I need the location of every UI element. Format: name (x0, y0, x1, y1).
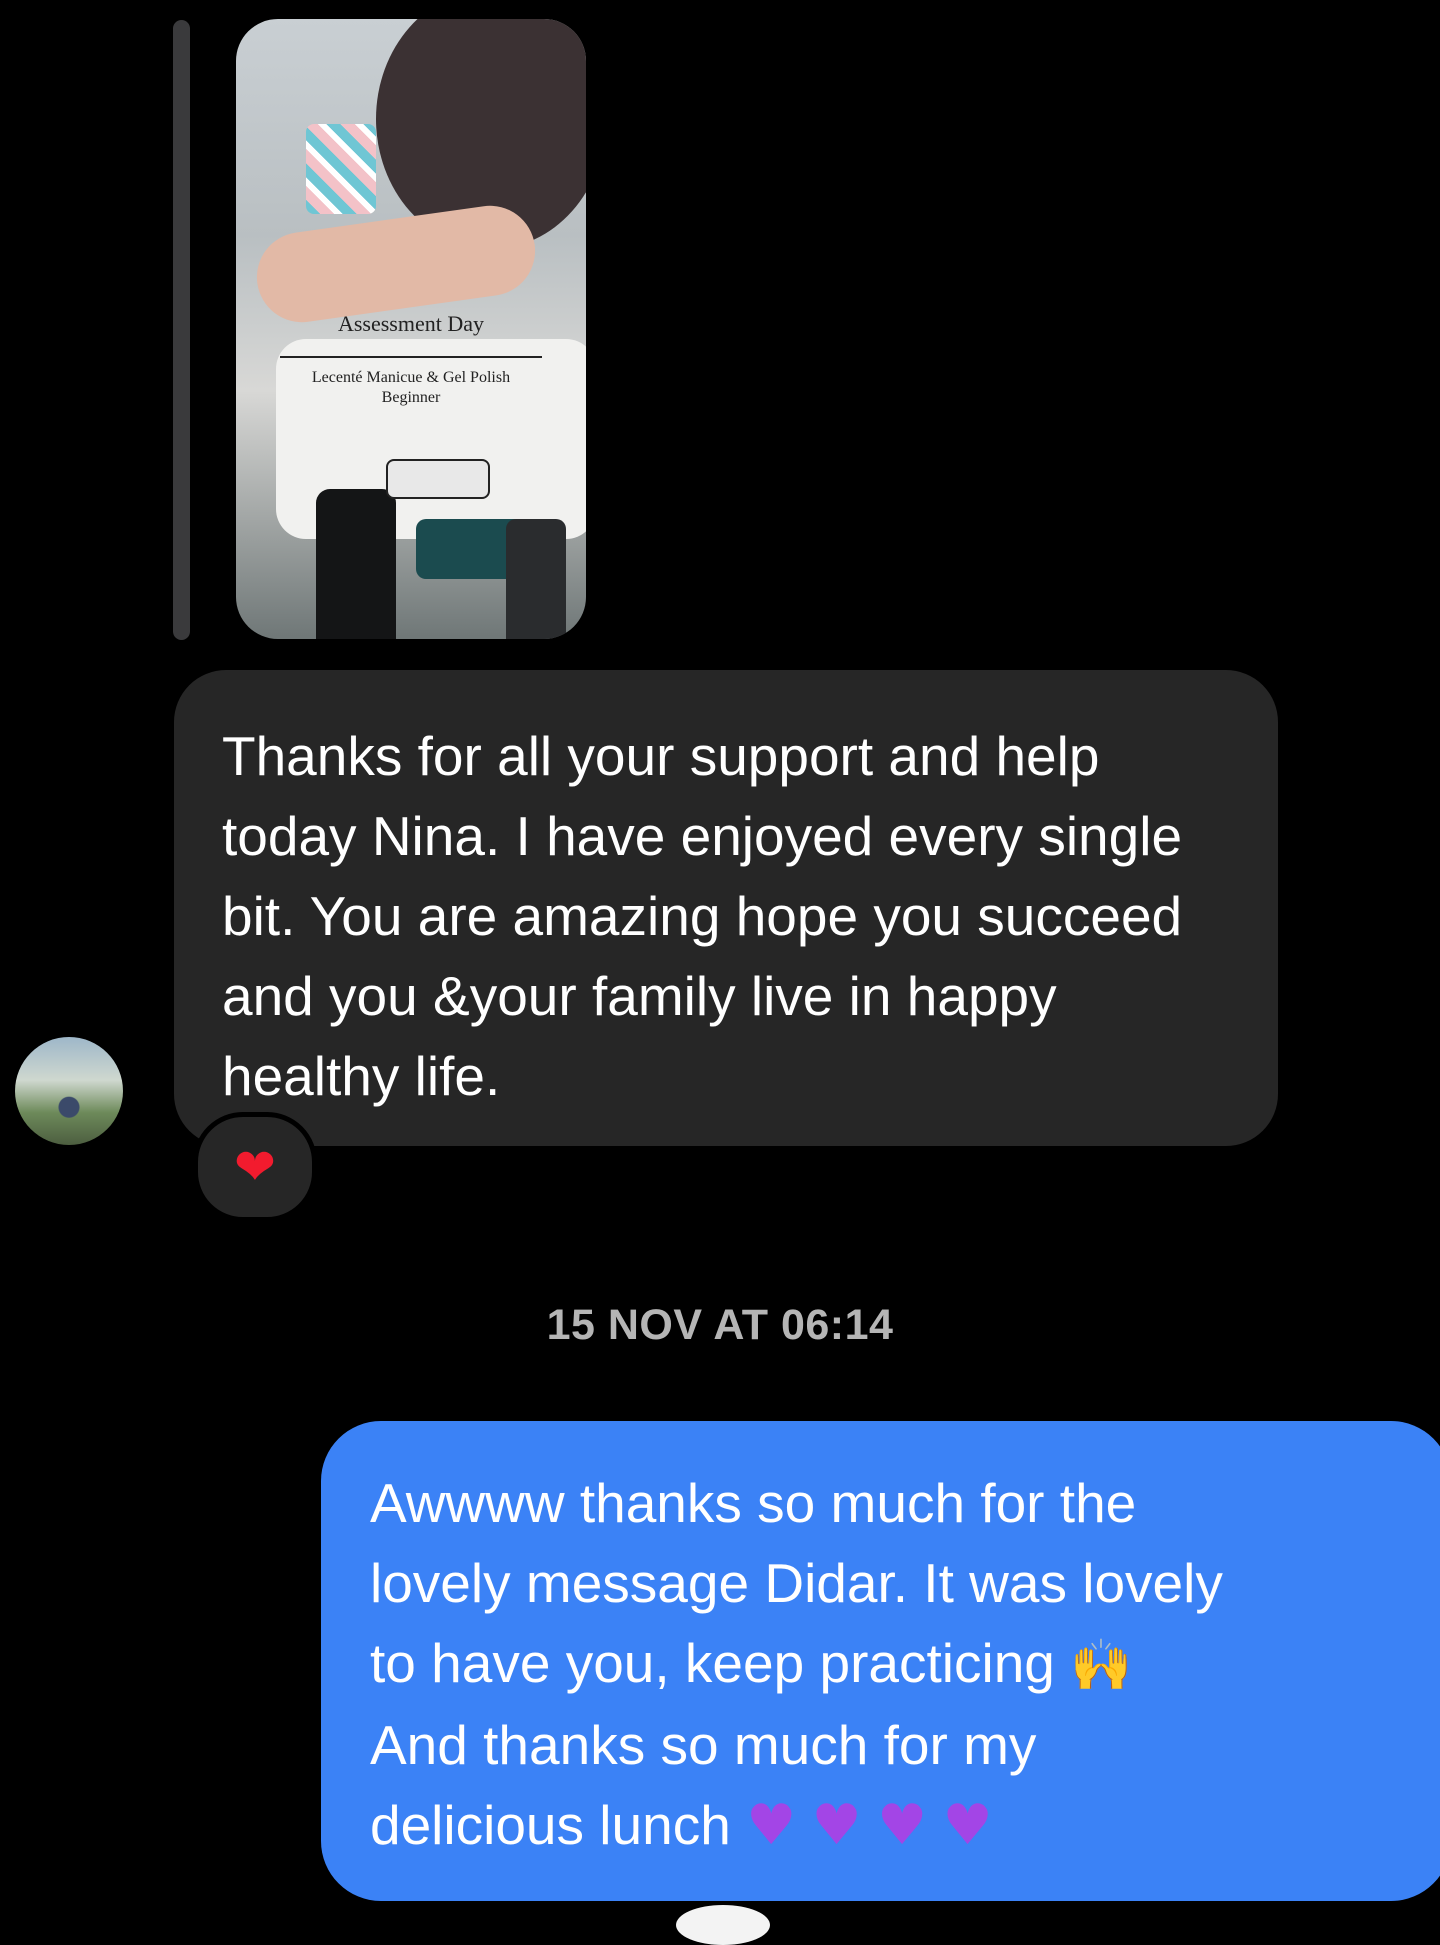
purple-heart-icon: ♥ (942, 1793, 993, 1858)
outgoing-line-4: And thanks so much for my (370, 1714, 1037, 1776)
outgoing-message-bubble[interactable]: Awwww thanks so much for the lovely mess… (321, 1421, 1440, 1901)
story-hand-shape (251, 199, 541, 329)
scroll-indicator[interactable] (676, 1905, 770, 1945)
story-reply-bar (173, 20, 190, 640)
heart-icon: ❤ (234, 1138, 276, 1196)
sender-avatar[interactable] (15, 1037, 123, 1145)
purple-heart-icon: ♥ (877, 1793, 928, 1858)
outgoing-line-3: to have you, keep practicing 🙌 (370, 1623, 1431, 1705)
outgoing-line-5: delicious lunch ♥ ♥ ♥ ♥ (370, 1785, 1431, 1866)
story-bottle-shape (316, 489, 396, 639)
story-thumbnail[interactable]: Assessment Day Lecenté Manicue & Gel Pol… (236, 19, 586, 639)
story-spray-bottle-shape (506, 519, 566, 639)
story-divider (280, 356, 542, 358)
incoming-message-text: Thanks for all your support and help tod… (222, 725, 1183, 1107)
purple-heart-icon: ♥ (746, 1793, 797, 1858)
message-timestamp: 15 NOV AT 06:14 (546, 1301, 894, 1349)
outgoing-line-2: lovely message Didar. It was lovely (370, 1552, 1223, 1614)
story-title: Assessment Day (337, 311, 485, 336)
outgoing-line-1: Awwww thanks so much for the (370, 1472, 1137, 1534)
raising-hands-icon: 🙌 (1070, 1636, 1133, 1694)
purple-heart-icon: ♥ (811, 1793, 862, 1858)
heart-reaction[interactable]: ❤ (193, 1112, 317, 1222)
incoming-message-bubble[interactable]: Thanks for all your support and help tod… (174, 670, 1278, 1146)
story-brush-shape (386, 459, 490, 499)
story-mug-shape (306, 124, 376, 214)
outgoing-line-3-text: to have you, keep practicing (370, 1632, 1055, 1694)
story-subtitle: Lecenté Manicue & Gel Polish Beginner (311, 369, 511, 406)
outgoing-line-5-text: delicious lunch (370, 1794, 731, 1856)
